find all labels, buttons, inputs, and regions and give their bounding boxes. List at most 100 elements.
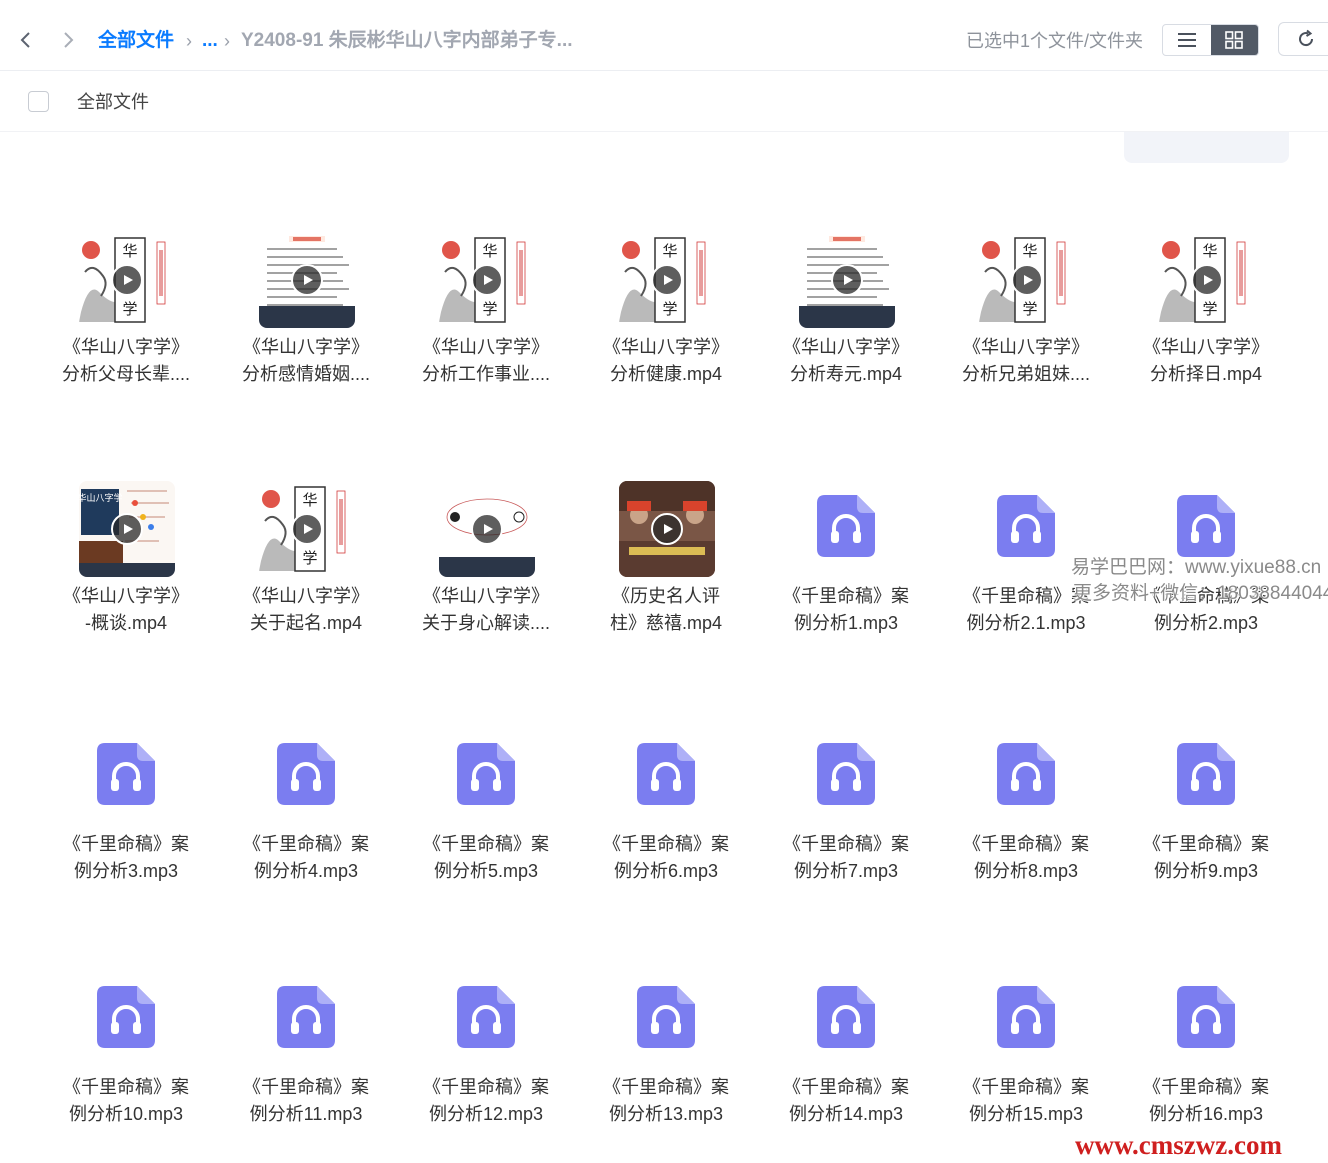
play-icon [1204, 275, 1213, 285]
back-button[interactable] [14, 26, 38, 54]
svg-text:学: 学 [302, 549, 317, 567]
play-icon [1011, 264, 1043, 296]
video-thumbnail [799, 232, 895, 328]
video-file-item[interactable]: 华山八字学 《华山八字学》 -概谈.mp4 [46, 479, 206, 649]
file-name-line1: 《千里命稿》案 [603, 834, 729, 854]
audio-file-icon [97, 986, 155, 1048]
video-file-item[interactable]: 华学《华山八字学》 分析工作事业.... [406, 230, 566, 400]
forward-button[interactable] [56, 26, 80, 54]
list-view-button[interactable] [1163, 25, 1211, 55]
audio-file-item[interactable]: 《千里命稿》案 例分析8.mp3 [946, 727, 1106, 897]
audio-file-icon [817, 986, 875, 1048]
play-icon [1024, 275, 1033, 285]
play-icon [844, 275, 853, 285]
svg-text:学: 学 [662, 300, 677, 318]
video-file-item[interactable]: 华学《华山八字学》 分析择日.mp4 [1126, 230, 1286, 400]
audio-file-item[interactable]: 《千里命稿》案 例分析7.mp3 [766, 727, 926, 897]
svg-text:华: 华 [662, 242, 677, 260]
audio-file-item[interactable]: 《千里命稿》案 例分析16.mp3 [1126, 970, 1286, 1140]
file-name-line2: 分析兄弟姐妹.... [961, 364, 1090, 384]
file-name-line1: 《华山八字学》 [423, 337, 549, 357]
file-name-line2: 例分析2.1.mp3 [966, 613, 1086, 633]
select-all-checkbox[interactable] [28, 91, 49, 112]
audio-file-item[interactable]: 《千里命稿》案 例分析4.mp3 [226, 727, 386, 897]
refresh-button[interactable] [1278, 22, 1328, 56]
breadcrumb-root[interactable]: 全部文件 [98, 28, 174, 54]
file-name-line2: 柱》慈禧.mp4 [609, 613, 723, 633]
watermark-url: www.cmszwz.com [1075, 1130, 1282, 1160]
svg-text:华: 华 [1202, 242, 1217, 260]
file-name-line1: 《华山八字学》 [243, 586, 369, 606]
file-name-line2: 例分析5.mp3 [433, 861, 539, 881]
video-thumbnail: 华学 [259, 481, 355, 577]
file-name-line1: 《千里命稿》案 [1143, 834, 1269, 854]
video-file-item[interactable]: 华学《华山八字学》 关于起名.mp4 [226, 479, 386, 649]
selection-status: 已选中1个文件/文件夹 [966, 31, 1144, 51]
file-name-line2: 例分析16.mp3 [1148, 1104, 1264, 1124]
audio-file-item[interactable]: 《千里命稿》案 例分析13.mp3 [586, 970, 746, 1140]
video-file-item[interactable]: 《华山八字学》 关于身心解读.... [406, 479, 566, 649]
file-name-line2: 分析父母长辈.... [61, 364, 190, 384]
file-name-line2: 例分析9.mp3 [1153, 861, 1259, 881]
audio-file-item[interactable]: 《千里命稿》案 例分析6.mp3 [586, 727, 746, 897]
file-name-line2: 关于身心解读.... [421, 613, 550, 633]
grid-view-button[interactable] [1210, 25, 1258, 55]
audio-file-item[interactable]: 《千里命稿》案 例分析3.mp3 [46, 727, 206, 897]
audio-file-item[interactable]: 《千里命稿》案 例分析5.mp3 [406, 727, 566, 897]
audio-file-icon [997, 495, 1055, 557]
audio-file-icon [1177, 986, 1235, 1048]
file-name-line1: 《华山八字学》 [423, 586, 549, 606]
file-name-line1: 《华山八字学》 [963, 337, 1089, 357]
video-file-item[interactable]: 《华山八字学》 分析感情婚姻.... [226, 230, 386, 400]
video-thumbnail: 华学 [79, 232, 175, 328]
file-name-line1: 《千里命稿》案 [783, 1077, 909, 1097]
file-name-line2: 例分析15.mp3 [968, 1104, 1084, 1124]
video-file-item[interactable]: 华学《华山八字学》 分析健康.mp4 [586, 230, 746, 400]
file-name-line1: 《千里命稿》案 [243, 1077, 369, 1097]
audio-file-icon [1177, 743, 1235, 805]
watermark-site: 易学巴巴网：www.yixue88.cn [1071, 557, 1322, 578]
audio-file-item[interactable]: 《千里命稿》案 例分析15.mp3 [946, 970, 1106, 1140]
video-thumbnail [259, 232, 355, 328]
svg-text:学: 学 [1022, 300, 1037, 318]
svg-text:华: 华 [482, 242, 497, 260]
refresh-icon [1299, 29, 1314, 47]
audio-file-item[interactable]: 《千里命稿》案 例分析10.mp3 [46, 970, 206, 1140]
file-name-line1: 《历史名人评 [612, 586, 720, 606]
audio-file-item[interactable]: 《千里命稿》案 例分析1.mp3 [766, 479, 926, 649]
video-thumbnail: 华学 [619, 232, 715, 328]
video-file-item[interactable]: 《历史名人评 柱》慈禧.mp4 [586, 479, 746, 649]
audio-file-icon [997, 743, 1055, 805]
audio-file-icon [457, 986, 515, 1048]
file-name-line1: 《千里命稿》案 [963, 834, 1089, 854]
file-name-line2: 例分析10.mp3 [68, 1104, 184, 1124]
grid-icon [1225, 31, 1244, 49]
audio-file-icon [277, 743, 335, 805]
play-icon [304, 275, 313, 285]
file-name-line2: 分析感情婚姻.... [241, 364, 370, 384]
file-name-line1: 《千里命稿》案 [963, 1077, 1089, 1097]
video-file-item[interactable]: 华学《华山八字学》 分析兄弟姐妹.... [946, 230, 1106, 400]
audio-file-item[interactable]: 《千里命稿》案 例分析11.mp3 [226, 970, 386, 1140]
breadcrumb-separator-icon: › [186, 31, 192, 51]
play-icon [651, 513, 683, 545]
svg-text:华: 华 [122, 242, 137, 260]
audio-file-icon [1177, 495, 1235, 557]
file-name-line1: 《千里命稿》案 [783, 586, 909, 606]
audio-file-item[interactable]: 《千里命稿》案 例分析14.mp3 [766, 970, 926, 1140]
chevron-right-icon [64, 32, 74, 48]
chevron-left-icon [20, 32, 30, 48]
file-name-line2: 分析健康.mp4 [609, 364, 723, 384]
audio-file-icon [817, 743, 875, 805]
file-name-line2: 例分析7.mp3 [793, 861, 899, 881]
file-name-line2: 分析择日.mp4 [1149, 364, 1263, 384]
svg-text:学: 学 [482, 300, 497, 318]
audio-file-icon [277, 986, 335, 1048]
breadcrumb-ellipsis[interactable]: ... [202, 28, 218, 54]
video-file-item[interactable]: 《华山八字学》 分析寿元.mp4 [766, 230, 926, 400]
svg-text:华: 华 [302, 491, 317, 509]
video-file-item[interactable]: 华学《华山八字学》 分析父母长辈.... [46, 230, 206, 400]
audio-file-item[interactable]: 《千里命稿》案 例分析9.mp3 [1126, 727, 1286, 897]
file-name-line1: 《华山八字学》 [63, 337, 189, 357]
audio-file-item[interactable]: 《千里命稿》案 例分析12.mp3 [406, 970, 566, 1140]
